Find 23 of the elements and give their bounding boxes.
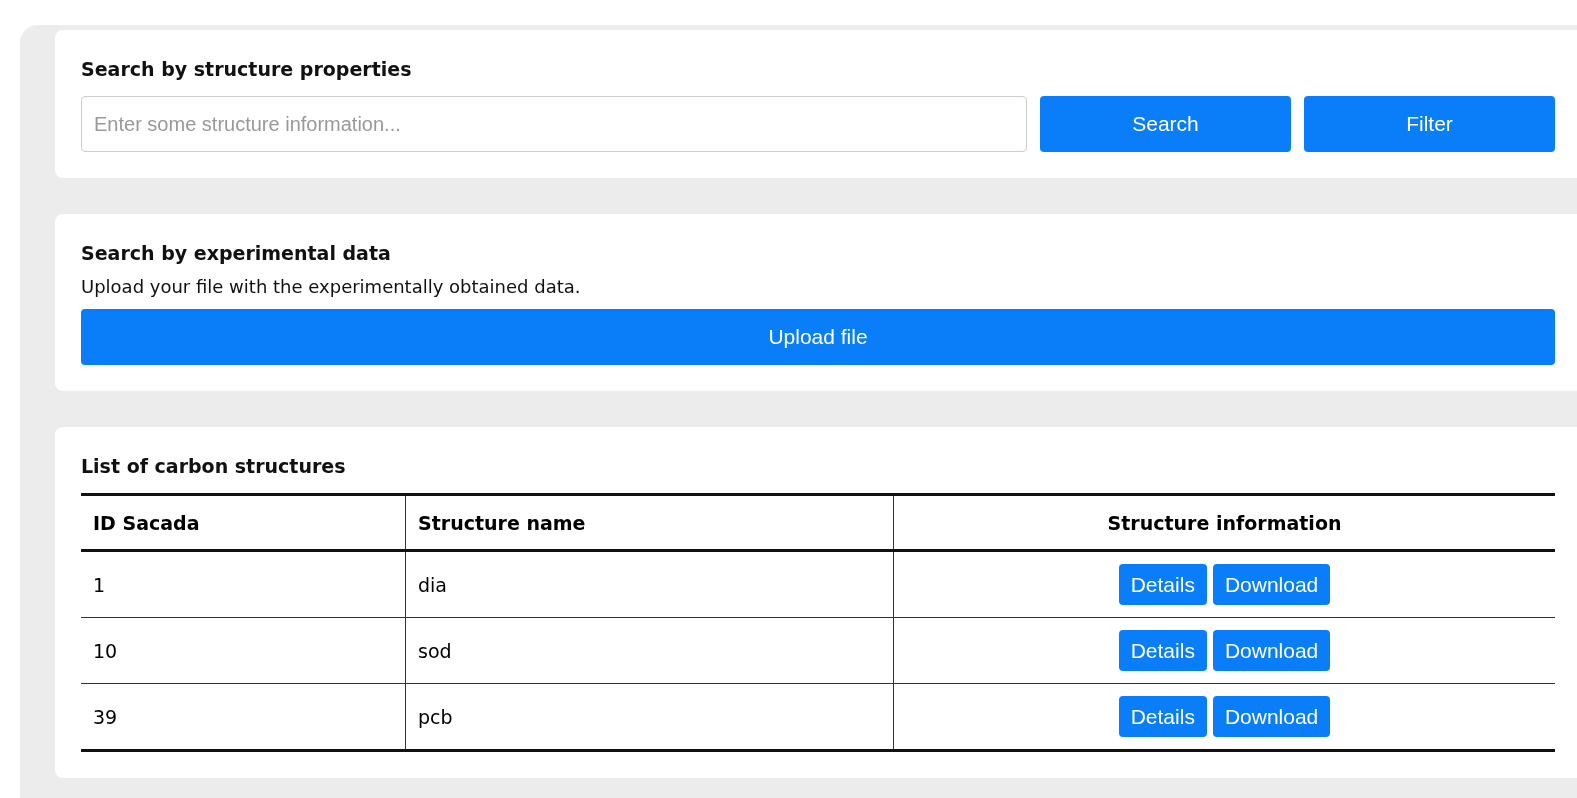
upload-button[interactable]: Upload file — [81, 309, 1555, 365]
column-header: Structure information — [893, 494, 1555, 551]
table-cell: dia — [405, 550, 894, 618]
section-title: Search by experimental data — [81, 242, 392, 264]
section-title: Search by structure properties — [81, 58, 413, 80]
table-cell: 1 — [81, 550, 406, 618]
column-header: Structure name — [405, 494, 894, 551]
table-cell: sod — [405, 617, 894, 684]
download-button[interactable]: Download — [1212, 696, 1331, 737]
details-button[interactable]: Details — [1118, 630, 1207, 671]
table-cell: 10 — [81, 617, 406, 684]
description-text: Upload your file with the experimentally obtained data. — [81, 276, 582, 297]
download-button[interactable]: Download — [1212, 630, 1331, 671]
search-field[interactable]: Enter some structure information... — [81, 96, 1027, 152]
table-cell: pcb — [405, 683, 894, 751]
table-cell: 39 — [81, 683, 406, 751]
download-button[interactable]: Download — [1212, 564, 1331, 605]
details-button[interactable]: Details — [1118, 696, 1207, 737]
section-title: List of carbon structures — [81, 455, 347, 477]
column-header: ID Sacada — [81, 494, 406, 551]
filter-button[interactable]: Filter — [1304, 96, 1555, 152]
details-button[interactable]: Details — [1118, 564, 1207, 605]
search-button[interactable]: Search — [1040, 96, 1291, 152]
